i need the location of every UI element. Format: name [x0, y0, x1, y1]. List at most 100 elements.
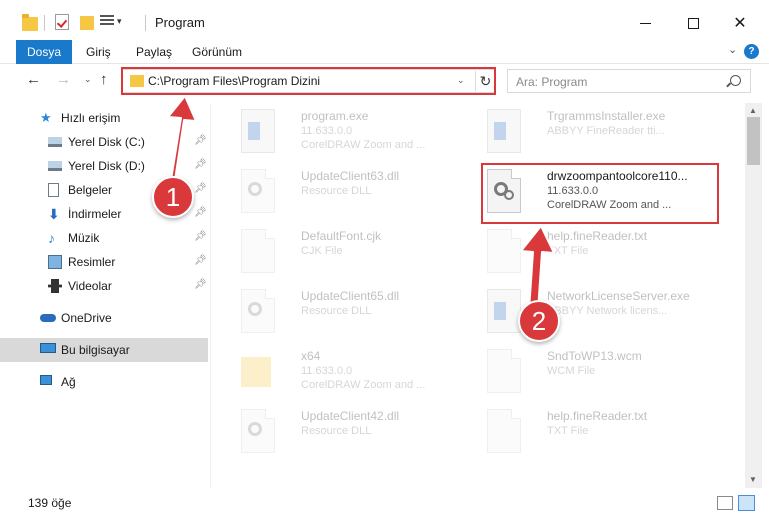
pin-icon[interactable]: 📌︎	[194, 255, 207, 266]
tab-file[interactable]: Dosya	[16, 40, 72, 64]
forward-button[interactable]: →	[56, 71, 71, 88]
file-item[interactable]: help.fineReader.txt TXT File	[477, 403, 717, 459]
pictures-icon	[48, 255, 62, 269]
file-item[interactable]: NetworkLicenseServer.exe ABBYY Network l…	[477, 283, 717, 339]
disk-icon	[48, 137, 62, 147]
video-icon	[48, 279, 62, 293]
vertical-scrollbar[interactable]: ▲ ▼	[745, 103, 762, 488]
tab-share[interactable]: Paylaş	[136, 40, 172, 64]
tab-home[interactable]: Giriş	[86, 40, 111, 64]
pin-icon[interactable]: 📌︎	[194, 207, 207, 218]
sidebar-item-onedrive[interactable]: OneDrive	[0, 306, 208, 330]
address-highlight	[121, 67, 496, 95]
chevron-down-icon[interactable]: ▾	[117, 16, 122, 27]
sidebar-item-videos[interactable]: Videolar 📌︎	[0, 274, 208, 298]
sidebar-item-label: Resimler	[68, 255, 116, 269]
sidebar-item-label: Videolar	[68, 279, 112, 293]
file-description: CorelDRAW Zoom and ...	[301, 139, 426, 151]
file-type: CJK File	[301, 245, 343, 257]
sidebar-item-label: OneDrive	[61, 311, 112, 325]
recent-locations-button[interactable]: ⌄	[84, 74, 92, 85]
back-button[interactable]: ←	[26, 71, 41, 88]
file-name: UpdateClient63.dll	[301, 169, 400, 183]
folder-icon	[22, 14, 38, 31]
music-icon: ♪	[48, 230, 55, 246]
file-name: UpdateClient65.dll	[301, 289, 400, 303]
file-type: Resource DLL	[301, 305, 372, 317]
sidebar-item-label: Hızlı erişim	[61, 111, 121, 125]
file-version: 11.633.0.0	[301, 125, 353, 137]
expand-ribbon-icon[interactable]: ⌄	[728, 43, 737, 56]
file-item[interactable]: SndToWP13.wcm WCM File	[477, 343, 717, 399]
sidebar-item-network[interactable]: Ağ	[0, 370, 208, 394]
search-box[interactable]: Ara: Program	[507, 69, 751, 93]
file-name: TrgrammsInstaller.exe	[547, 109, 666, 123]
sidebar-item-quick-access[interactable]: ★ Hızlı erişim	[0, 106, 208, 130]
pin-icon[interactable]: 📌︎	[194, 135, 207, 146]
dll-file-icon	[241, 409, 275, 453]
documents-icon	[48, 183, 59, 197]
pin-icon[interactable]: 📌︎	[194, 159, 207, 170]
file-item[interactable]: UpdateClient42.dll Resource DLL	[231, 403, 471, 459]
step-badge-2: 2	[518, 300, 560, 342]
file-type: TXT File	[547, 245, 589, 257]
sidebar-item-label: Yerel Disk (D:)	[68, 159, 145, 173]
sidebar-item-this-pc[interactable]: Bu bilgisayar	[0, 338, 208, 362]
ribbon: Dosya Giriş Paylaş Görünüm ⌄ ?	[0, 40, 769, 64]
status-bar: 139 öğe	[0, 488, 769, 528]
sidebar-item-label: Belgeler	[68, 183, 113, 197]
sidebar-item-pictures[interactable]: Resimler 📌︎	[0, 250, 208, 274]
file-name: x64	[301, 349, 321, 363]
pin-icon[interactable]: 📌︎	[194, 279, 207, 290]
close-button[interactable]: ✕	[717, 8, 763, 38]
folder-item[interactable]: x64 11.633.0.0 CorelDRAW Zoom and ...	[231, 343, 471, 399]
scroll-down-icon[interactable]: ▼	[749, 475, 757, 484]
maximize-button[interactable]	[670, 8, 716, 38]
file-type: WCM File	[547, 365, 596, 377]
dll-file-icon	[241, 169, 275, 213]
search-input[interactable]: Ara: Program	[516, 75, 587, 89]
file-item[interactable]: help.fineReader.txt TXT File	[477, 223, 717, 279]
item-count: 139 öğe	[28, 496, 72, 510]
file-item[interactable]: DefaultFont.cjk CJK File	[231, 223, 471, 279]
file-item[interactable]: UpdateClient63.dll Resource DLL	[231, 163, 471, 219]
folder-icon	[241, 357, 271, 387]
file-description: CorelDRAW Zoom and ...	[301, 379, 426, 391]
file-item[interactable]: program.exe 11.633.0.0 CorelDRAW Zoom an…	[231, 103, 471, 159]
details-view-icon[interactable]	[717, 496, 733, 510]
minimize-button[interactable]	[622, 8, 668, 38]
up-button[interactable]: ↑	[100, 71, 108, 88]
exe-file-icon	[241, 109, 275, 153]
search-icon[interactable]	[730, 75, 741, 86]
customize-toolbar-icon[interactable]	[100, 15, 114, 29]
file-icon	[241, 229, 275, 273]
file-item[interactable]: TrgrammsInstaller.exe ABBYY FineReader t…	[477, 103, 717, 159]
toolbar-separator	[44, 15, 45, 31]
scroll-thumb[interactable]	[747, 117, 760, 165]
pc-icon	[40, 343, 56, 353]
file-description: ABBYY Network licens...	[547, 305, 668, 317]
file-item[interactable]: UpdateClient65.dll Resource DLL	[231, 283, 471, 339]
sidebar-item-local-disk-c[interactable]: Yerel Disk (C:) 📌︎	[0, 130, 208, 154]
sidebar-item-music[interactable]: ♪ Müzik 📌︎	[0, 226, 208, 250]
pin-icon[interactable]: 📌︎	[194, 183, 207, 194]
sidebar-item-label: Müzik	[68, 231, 100, 245]
file-name: UpdateClient42.dll	[301, 409, 400, 423]
toolbar-separator	[145, 15, 146, 31]
tiles-view-icon[interactable]	[738, 495, 755, 511]
gear-icon	[248, 302, 262, 316]
properties-check-icon[interactable]	[55, 14, 69, 30]
file-type: Resource DLL	[301, 185, 372, 197]
gear-icon	[248, 422, 262, 436]
exe-file-icon	[487, 289, 521, 333]
file-highlight	[481, 163, 719, 224]
scroll-up-icon[interactable]: ▲	[749, 106, 757, 115]
step-badge-1: 1	[152, 176, 194, 218]
sidebar-item-local-disk-d[interactable]: Yerel Disk (D:) 📌︎	[0, 154, 208, 178]
file-description: ABBYY FineReader tti...	[547, 125, 665, 137]
file-list: program.exe 11.633.0.0 CorelDRAW Zoom an…	[211, 103, 744, 488]
help-icon[interactable]: ?	[744, 44, 759, 59]
pin-icon[interactable]: 📌︎	[194, 231, 207, 242]
new-folder-icon[interactable]	[80, 16, 94, 30]
tab-view[interactable]: Görünüm	[192, 40, 242, 64]
